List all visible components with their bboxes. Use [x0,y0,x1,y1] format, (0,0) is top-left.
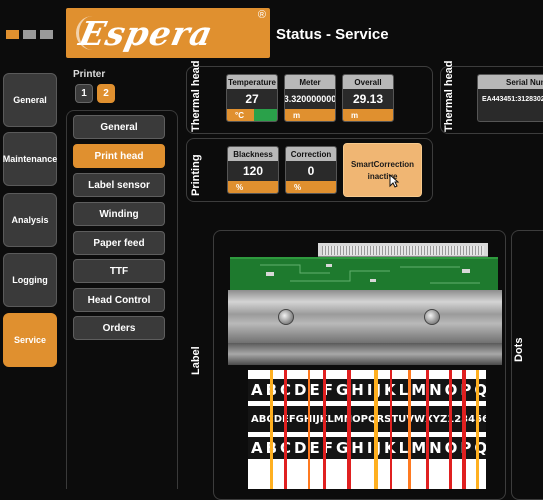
printing-label: Printing [190,154,202,196]
submenu-general[interactable]: General [73,115,165,139]
printhead-heating-bar [228,343,502,365]
dot-error-stripe [390,370,392,489]
printhead-connector-pins [322,246,484,255]
blackness-unit: % [228,181,278,193]
blackness-value: 120 [242,164,264,178]
overall-card: Overall 29.13 m [342,74,394,122]
blackness-header: Blackness [228,147,278,161]
meter-unit: m [285,109,335,121]
dot-error-stripe [347,370,351,489]
page-title: Status - Service [276,26,389,43]
temperature-header: Temperature [227,75,277,89]
correction-card: Correction 0 % [285,146,337,194]
label-section-label: Label [190,346,202,375]
registered-mark: ® [257,9,266,21]
printer-label: Printer [73,69,106,80]
temperature-unit: °C [235,110,244,120]
overall-value: 29.13 [352,92,384,106]
test-print-label: ABCDEFGHIJKLMNOPQRS' ABCDEFGHIJKLMNOPQRS… [248,370,486,489]
thermal-head-right-label: Thermal head [443,60,455,132]
submenu-print-head[interactable]: Print head [73,144,165,168]
temperature-value: 27 [245,92,259,106]
correction-header: Correction [286,147,336,161]
screw-icon [278,309,294,325]
dot-error-stripe [476,370,479,489]
temperature-ok-indicator [254,109,277,121]
screw-icon [424,309,440,325]
meter-value: 3.320000000 [285,94,335,104]
mouse-cursor-icon [389,174,399,188]
nav-maintenance[interactable]: Maintenance [3,132,57,186]
serial-number-value: EA443451:31283023 [482,95,543,103]
nav-general[interactable]: General [3,73,57,127]
printhead-circuit-board [230,257,498,290]
temperature-card: Temperature 27 °C [226,74,278,122]
submenu-winding[interactable]: Winding [73,202,165,226]
submenu-paper-feed[interactable]: Paper feed [73,231,165,255]
submenu-orders[interactable]: Orders [73,316,165,340]
dot-error-stripe [462,370,466,489]
dot-error-stripe [270,370,273,489]
submenu-label-sensor[interactable]: Label sensor [73,173,165,197]
submenu-ttf[interactable]: TTF [73,259,165,283]
smart-correction-title: SmartCorrection [350,160,415,169]
nav-service[interactable]: Service [3,313,57,367]
printhead-metal-plate [228,290,502,344]
dot-error-stripe [374,370,378,489]
dot-error-stripe [408,370,411,489]
thermal-head-label: Thermal head [190,60,202,132]
dot-error-stripe [284,370,287,489]
nav-logging[interactable]: Logging [3,253,57,307]
smart-correction-status: inactive [367,172,398,181]
serial-number-card: Serial Num EA443451:31283023 [477,74,543,122]
dot-error-stripe [308,370,310,489]
meter-header: Meter [285,75,335,89]
temperature-unit-bar: °C [227,109,277,121]
window-dot-gray [40,30,53,39]
serial-number-header: Serial Num [478,75,543,89]
dot-error-stripe [426,370,429,489]
nav-analysis[interactable]: Analysis [3,193,57,247]
circuit-traces-icon [260,264,480,284]
dot-error-stripe [449,370,452,489]
overall-header: Overall [343,75,393,89]
submenu-head-control[interactable]: Head Control [73,288,165,312]
window-dot-orange [6,30,19,39]
dots-frame [511,230,543,500]
printer-1-button[interactable]: 1 [75,84,93,103]
espera-logo: Espera ® [66,8,270,58]
correction-value: 0 [307,164,315,178]
logo-text: Espera [75,14,217,53]
dots-section-label: Dots [513,337,525,362]
smart-correction-button[interactable]: SmartCorrection inactive [343,143,422,197]
window-dot-gray [23,30,36,39]
meter-card: Meter 3.320000000 m [284,74,336,122]
blackness-card: Blackness 120 % [227,146,279,194]
dot-error-stripe [323,370,326,489]
correction-unit: % [286,181,336,193]
overall-unit: m [343,109,393,121]
printer-2-button[interactable]: 2 [97,84,115,103]
